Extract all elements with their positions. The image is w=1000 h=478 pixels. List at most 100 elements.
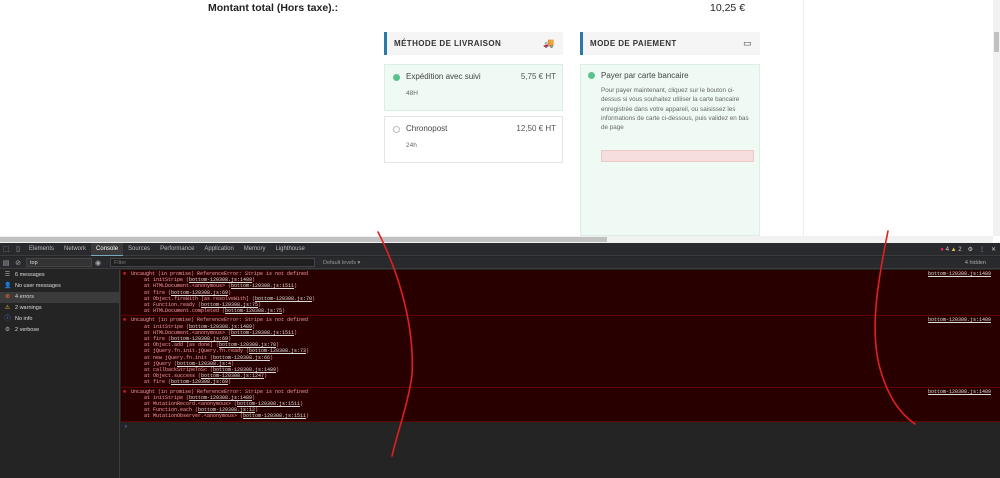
stack-frame-close: ) <box>276 367 280 374</box>
stack-frame-link[interactable]: bottom-120308.js:1489 <box>189 324 252 330</box>
inspect-icon[interactable]: ⬚ <box>0 245 12 253</box>
stack-frame-link[interactable]: bottom-120308.js:1511 <box>231 283 294 289</box>
stack-frame-link[interactable]: bottom-120308.js:69 <box>171 379 228 385</box>
stack-frame-close: ) <box>231 360 235 367</box>
console-error-message[interactable]: ⊗ bottom-120308.js:1489 Uncaught (in promi… <box>121 387 1000 422</box>
stack-frame: at MutationObserver.<anonymous> (bottom-… <box>131 413 1000 419</box>
stack-frame-close: ) <box>294 283 298 290</box>
device-toggle-icon[interactable]: ▯ <box>12 245 24 253</box>
payment-option-name: Payer par carte bancaire <box>601 71 689 80</box>
stack-frame-close: ) <box>228 336 232 343</box>
screen: Montant total (Hors taxe).: 10,25 € MÉTH… <box>0 0 1000 478</box>
stack-frame-link[interactable]: bottom-120308.js:1511 <box>243 413 306 419</box>
console-messages: ⊗ bottom-120308.js:1489 Uncaught (in promi… <box>121 270 1000 422</box>
info-icon: ⓘ <box>4 316 11 322</box>
stack-frame-text: at MutationObserver.<anonymous> ( <box>144 413 244 420</box>
stack-frame-link[interactable]: bottom-120308.js:73 <box>249 348 306 354</box>
page-margin-right <box>803 0 993 236</box>
sidebar-toggle-icon[interactable]: ▤ <box>0 259 12 267</box>
console-filterbar: ▤ ⊘ top ◉ Default levels ▾ 4 hidden <box>0 257 1000 269</box>
error-source-link[interactable]: bottom-120308.js:1489 <box>928 317 991 323</box>
tab-console[interactable]: Console <box>91 242 124 256</box>
radio-unselected-icon[interactable] <box>393 126 400 133</box>
stack-frame-link[interactable]: bottom-120308.js:75 <box>201 302 258 308</box>
shipping-option-delay: 24h <box>406 142 417 149</box>
stack-frame-close: ) <box>270 354 274 361</box>
stack-frame-link[interactable]: bottom-120308.js:1511 <box>231 330 294 336</box>
stack-frame-link[interactable]: bottom-120308.js:69 <box>171 290 228 296</box>
stack-frame-link[interactable]: bottom-120308.js:66 <box>213 355 270 361</box>
verbose-icon: ⚙ <box>4 327 11 333</box>
sidebar-item-warnings[interactable]: ⚠ 2 warnings <box>0 303 119 314</box>
issue-counter[interactable]: ● 4 ▲ 2 <box>940 247 961 253</box>
error-source-link[interactable]: bottom-120308.js:1489 <box>928 271 991 277</box>
tab-application[interactable]: Application <box>199 243 238 256</box>
stack-frame-text: at initStripe ( <box>144 323 190 330</box>
console-filter-input[interactable] <box>110 258 315 267</box>
sidebar-item-info[interactable]: ⓘ No info <box>0 314 119 325</box>
stack-frame-link[interactable]: bottom-120308.js:1489 <box>189 395 252 401</box>
stack-frame-text: at MutationRecord.<anonymous> ( <box>144 401 238 408</box>
stack-frame-link[interactable]: bottom-120308.js:1489 <box>189 277 252 283</box>
credit-card-icon: ▭ <box>743 38 752 48</box>
stack-frame-text: at Function.ready ( <box>144 302 202 309</box>
payment-method-header: MODE DE PAIEMENT ▭ <box>580 32 760 55</box>
gear-icon[interactable]: ⚙ <box>968 246 973 253</box>
console-prompt[interactable]: › <box>121 422 1000 431</box>
stack-frame-link[interactable]: bottom-120308.js:69 <box>171 336 228 342</box>
tab-network[interactable]: Network <box>59 243 91 256</box>
sidebar-item-verbose[interactable]: ⚙ 2 verbose <box>0 325 119 336</box>
stack-frame-close: ) <box>282 308 286 315</box>
context-selector[interactable]: top <box>26 258 92 267</box>
shipping-option-tracked[interactable]: Expédition avec suivi 5,75 € HT 48H <box>384 64 563 111</box>
stack-frame-close: ) <box>264 373 268 380</box>
vertical-scroll-thumb[interactable] <box>994 32 999 52</box>
card-input-field[interactable] <box>601 150 754 162</box>
stack-frame-close: ) <box>312 295 316 302</box>
error-source-link[interactable]: bottom-120308.js:1489 <box>928 389 991 395</box>
tab-elements[interactable]: Elements <box>24 243 59 256</box>
stack-frame-link[interactable]: bottom-120308.js:1247 <box>201 373 264 379</box>
truck-icon: 🚚 <box>543 38 555 48</box>
stack-frame-link[interactable]: bottom-120308.js:70 <box>255 296 312 302</box>
tab-performance[interactable]: Performance <box>155 243 199 256</box>
stack-frame-text: at callbackStripeToSc ( <box>144 367 214 374</box>
warning-count: 2 <box>958 246 962 253</box>
payment-option-card[interactable]: Payer par carte bancaire Pour payer main… <box>580 64 760 236</box>
stack-frame-text: at jQuery.fn.init.jQuery.fn.ready ( <box>144 348 250 355</box>
sidebar-item-label: 2 verbose <box>15 327 40 333</box>
log-levels-dropdown[interactable]: Default levels ▾ <box>323 260 360 266</box>
stack-frame-text: at fire ( <box>144 336 172 343</box>
horizontal-scroll-thumb[interactable] <box>0 237 607 242</box>
radio-selected-icon[interactable] <box>393 74 400 81</box>
sidebar-item-user-messages[interactable]: 👤 No user messages <box>0 281 119 292</box>
stack-frame-link[interactable]: bottom-120308.js:1489 <box>213 367 276 373</box>
stack-frame-link[interactable]: bottom-120308.js:1511 <box>237 401 300 407</box>
more-options-icon[interactable]: ⋮ <box>979 246 985 253</box>
console-error-message[interactable]: ⊗ bottom-120308.js:1489 Uncaught (in promi… <box>121 316 1000 388</box>
list-icon: ☰ <box>4 272 11 278</box>
console-error-message[interactable]: ⊗ bottom-120308.js:1489 Uncaught (in promi… <box>121 270 1000 317</box>
sidebar-item-errors[interactable]: ⊗ 4 errors <box>0 292 119 303</box>
stack-frame-link[interactable]: bottom-120308.js:70 <box>219 342 276 348</box>
stack-frame-text: at Object.add [as done] ( <box>144 342 220 349</box>
error-icon: ● <box>940 246 944 253</box>
stack-frame-link[interactable]: bottom-120308.js:4 <box>177 361 231 367</box>
shipping-option-chronopost[interactable]: Chronopost 12,50 € HT 24h <box>384 116 563 163</box>
sidebar-item-messages[interactable]: ☰ 6 messages <box>0 270 119 281</box>
stack-frame-close: ) <box>258 302 262 309</box>
stack-frame-link[interactable]: bottom-120308.js:12 <box>198 407 255 413</box>
stack-frame-link[interactable]: bottom-120308.js:75 <box>225 308 282 314</box>
tab-memory[interactable]: Memory <box>239 243 271 256</box>
clear-console-icon[interactable]: ⊘ <box>12 259 24 267</box>
tab-lighthouse[interactable]: Lighthouse <box>270 243 309 256</box>
stack-frame-text: at initStripe ( <box>144 394 190 401</box>
checkout-page: Montant total (Hors taxe).: 10,25 € MÉTH… <box>0 0 1000 243</box>
close-icon[interactable]: ✕ <box>991 246 996 253</box>
vertical-scrollbar[interactable] <box>993 0 1000 236</box>
radio-selected-icon[interactable] <box>588 72 595 79</box>
stack-frame-text: at fire ( <box>144 289 172 296</box>
shipping-option-name: Chronopost <box>406 124 448 133</box>
eye-icon[interactable]: ◉ <box>92 259 104 267</box>
tab-sources[interactable]: Sources <box>123 243 155 256</box>
